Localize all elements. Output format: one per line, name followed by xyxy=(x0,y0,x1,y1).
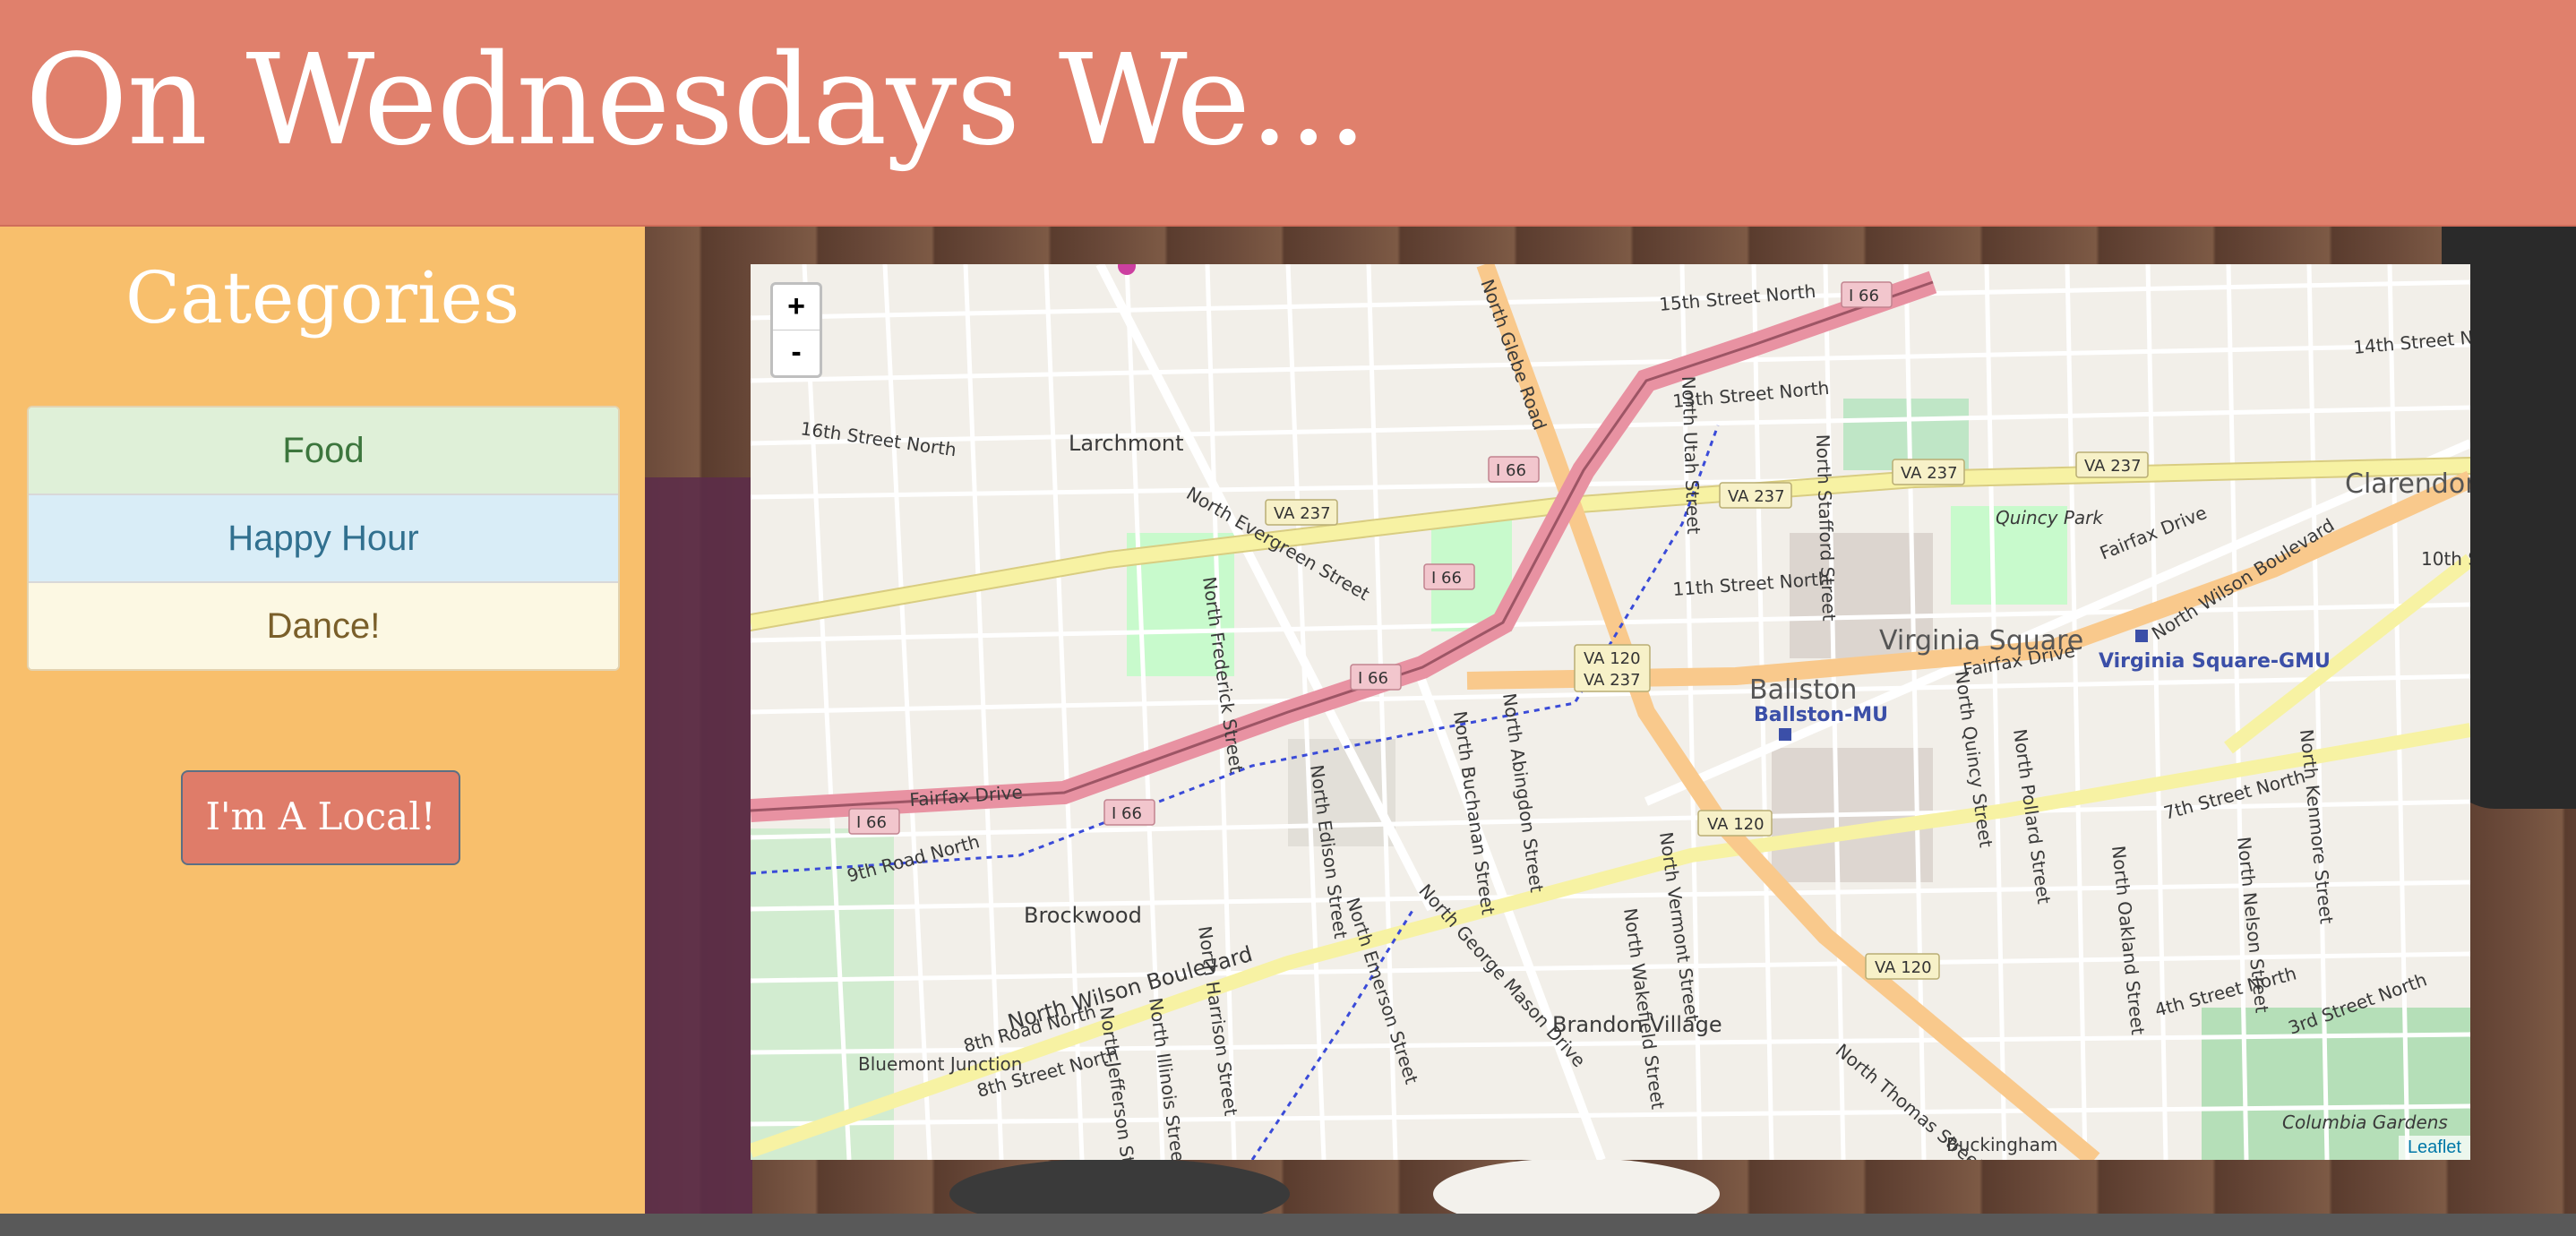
shield-va120-d: VA 120 xyxy=(1865,953,1940,980)
leaflet-attribution-link[interactable]: Leaflet xyxy=(2398,1136,2470,1160)
label-n-buchanan-street: North Buchanan Street xyxy=(1449,709,1499,916)
shield-va237-a: VA 237 xyxy=(1265,499,1338,526)
svg-text:VA 120: VA 120 xyxy=(1584,649,1641,668)
svg-text:VA 237: VA 237 xyxy=(1274,504,1331,523)
background-cloth xyxy=(645,477,752,1214)
map-tiles[interactable]: Larchmont Brockwood Virginia Square Ball… xyxy=(751,264,2470,1160)
category-food[interactable]: Food xyxy=(29,408,618,495)
shield-va120-c: VA 120 xyxy=(1697,810,1773,837)
label-larchmont: Larchmont xyxy=(1069,431,1184,456)
label-14th-street: 14th Street North xyxy=(2352,323,2470,358)
shield-va237-c: VA 237 xyxy=(1892,459,1965,485)
shield-i66-c: I 66 xyxy=(1423,563,1475,590)
metro-marker xyxy=(1779,728,1791,741)
im-a-local-button[interactable]: I'm A Local! xyxy=(181,770,460,865)
sidebar: Categories Food Happy Hour Dance! I'm A … xyxy=(0,227,645,1214)
label-clarendon: Clarendon xyxy=(2345,468,2470,500)
map-zoom-control: + - xyxy=(770,282,822,378)
site-header: On Wednesdays We... xyxy=(0,0,2576,227)
label-quincy-park: Quincy Park xyxy=(1996,507,2104,528)
shield-va237-b: VA 237 xyxy=(1719,482,1792,509)
label-n-illinois-street: North Illinois Street xyxy=(1145,996,1190,1160)
label-brockwood: Brockwood xyxy=(1024,903,1142,928)
map-container[interactable]: Larchmont Brockwood Virginia Square Ball… xyxy=(751,264,2470,1160)
zoom-in-button[interactable]: + xyxy=(773,285,820,330)
category-happy-hour[interactable]: Happy Hour xyxy=(29,495,618,583)
label-n-oakland-street: North Oakland Street xyxy=(2108,845,2149,1036)
metro-marker xyxy=(2135,630,2148,642)
shield-i66-b: I 66 xyxy=(1488,456,1540,483)
label-n-pollard-street: North Pollard Street xyxy=(2009,727,2055,906)
svg-text:I 66: I 66 xyxy=(856,813,887,832)
label-ballston-mu: Ballston-MU xyxy=(1754,704,1888,726)
shield-va120-va237: VA 120 VA 237 xyxy=(1574,644,1651,692)
svg-text:VA 237: VA 237 xyxy=(1728,487,1785,506)
page-footer xyxy=(0,1214,2576,1236)
svg-text:I 66: I 66 xyxy=(1431,569,1462,588)
svg-text:I 66: I 66 xyxy=(1358,669,1388,688)
shield-i66-e: I 66 xyxy=(1103,799,1155,826)
svg-text:VA 237: VA 237 xyxy=(1584,671,1641,690)
label-n-jefferson-street: North Jefferson Street xyxy=(1095,1005,1144,1160)
categories-heading: Categories xyxy=(125,256,519,339)
shield-i66-f: I 66 xyxy=(848,808,900,835)
label-columbia-gardens: Columbia Gardens xyxy=(2282,1112,2448,1133)
shield-va237-d: VA 237 xyxy=(2075,451,2149,478)
label-virginia-square-gmu: Virginia Square-GMU xyxy=(2099,650,2331,673)
category-dance[interactable]: Dance! xyxy=(29,583,618,669)
svg-text:I 66: I 66 xyxy=(1112,804,1142,823)
label-n-abingdon-street: North Abingdon Street xyxy=(1498,691,1548,894)
label-n-wakefield-street: North Wakefield Street xyxy=(1619,906,1669,1111)
svg-text:VA 120: VA 120 xyxy=(1875,958,1932,977)
svg-text:VA 237: VA 237 xyxy=(1901,464,1958,483)
site-title: On Wednesdays We... xyxy=(25,28,1368,174)
svg-text:I 66: I 66 xyxy=(1496,461,1526,480)
shield-i66-d: I 66 xyxy=(1350,664,1402,691)
shield-i66-a: I 66 xyxy=(1841,281,1893,308)
zoom-out-button[interactable]: - xyxy=(773,330,820,375)
label-16th-street: 16th Street North xyxy=(799,417,957,460)
label-bluemont-junction: Bluemont Junction xyxy=(858,1053,1022,1075)
label-n-utah-street: North Utah Street xyxy=(1678,375,1704,535)
svg-text:I 66: I 66 xyxy=(1849,287,1879,305)
svg-text:VA 120: VA 120 xyxy=(1707,815,1765,834)
category-list: Food Happy Hour Dance! xyxy=(27,406,620,671)
label-10th-street: 10th Street xyxy=(2421,548,2470,570)
svg-text:VA 237: VA 237 xyxy=(2084,457,2142,476)
label-ballston: Ballston xyxy=(1749,674,1857,706)
poi-marker xyxy=(1118,264,1136,275)
